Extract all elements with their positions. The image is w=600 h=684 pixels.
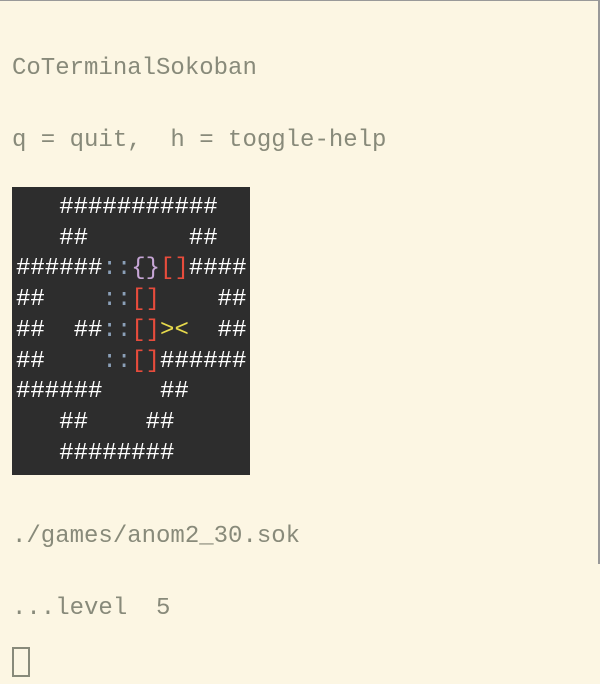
game-row: ########### [16,193,246,224]
game-row: ## ## [16,408,246,439]
game-row: ## ## [16,224,246,255]
help-line: q = quit, h = toggle-help [12,129,586,153]
level-file-path: ./games/anom2_30.sok [12,525,586,549]
wall-cell: ## [189,317,247,344]
wall-cell: ## [102,378,188,405]
game-row: ######## [16,439,246,470]
wall-cell: #### [189,255,247,282]
game-row: ## ##::[]>< ## [16,316,246,347]
wall-cell: ## ## [16,409,174,436]
game-row: ## ::[] ## [16,285,246,316]
goal-cell: :: [88,286,131,313]
box-on-goal-cell: {} [131,255,160,282]
box-cell: [] [160,255,189,282]
box-cell: [] [131,317,160,344]
footer: ./games/anom2_30.sok ...level 5 [12,477,586,645]
wall-cell: ###### [16,255,102,282]
header: CoTerminalSokoban q = quit, h = toggle-h… [12,9,586,177]
level-number: ...level 5 [12,597,586,621]
player-cell: >< [160,317,189,344]
wall-cell: ## ## [16,317,102,344]
wall-cell: ###### [160,348,246,375]
game-row: ## ::[]###### [16,347,246,378]
box-cell: [] [131,348,160,375]
wall-cell [16,194,59,221]
box-cell: [] [131,286,160,313]
wall-cell: ## [16,286,88,313]
wall-cell [16,225,59,252]
app-title: CoTerminalSokoban [12,57,586,81]
wall-cell: ## [160,286,246,313]
game-row: ###### ## [16,377,246,408]
game-row: ######::{}[]#### [16,254,246,285]
wall-cell: ## ## [59,225,217,252]
wall-cell: ########### [59,194,217,221]
goal-cell: :: [102,317,131,344]
goal-cell: :: [88,348,131,375]
wall-cell: ## [16,348,88,375]
game-board[interactable]: ########### ## ########::{}[]###### ::[]… [12,187,250,475]
goal-cell: :: [102,255,131,282]
text-cursor [12,647,30,677]
wall-cell: ###### [16,378,102,405]
wall-cell: ######## [16,440,174,467]
